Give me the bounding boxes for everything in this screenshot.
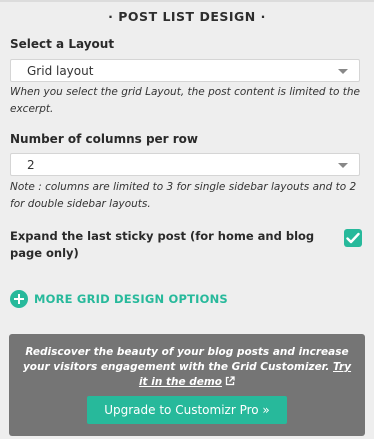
columns-select-value: 2 bbox=[27, 158, 35, 172]
columns-label: Number of columns per row bbox=[10, 132, 199, 146]
promo-box: Rediscover the beauty of your blog posts… bbox=[9, 334, 365, 436]
upgrade-button[interactable]: Upgrade to Customizr Pro » bbox=[87, 396, 287, 424]
layout-label: Select a Layout bbox=[10, 37, 115, 51]
checkmark-icon bbox=[346, 232, 360, 244]
columns-select[interactable]: 2 bbox=[10, 153, 360, 176]
sticky-post-checkbox[interactable] bbox=[344, 229, 362, 247]
top-divider bbox=[0, 0, 374, 2]
more-grid-options-toggle[interactable]: MORE GRID DESIGN OPTIONS bbox=[10, 290, 228, 308]
layout-note: When you select the grid Layout, the pos… bbox=[10, 86, 361, 115]
promo-text: Rediscover the beauty of your blog posts… bbox=[22, 346, 349, 373]
layout-select-value: Grid layout bbox=[27, 64, 94, 78]
more-grid-options-label: MORE GRID DESIGN OPTIONS bbox=[34, 292, 228, 306]
promo-text-block: Rediscover the beauty of your blog posts… bbox=[21, 345, 353, 390]
layout-select[interactable]: Grid layout bbox=[10, 59, 360, 82]
chevron-down-icon bbox=[338, 163, 348, 168]
sticky-post-label: Expand the last sticky post (for home an… bbox=[10, 229, 315, 260]
plus-circle-icon bbox=[10, 290, 28, 308]
columns-note: Note : columns are limited to 3 for sing… bbox=[10, 181, 357, 210]
chevron-down-icon bbox=[338, 69, 348, 74]
section-title: · POST LIST DESIGN · bbox=[108, 9, 266, 24]
external-link-icon bbox=[225, 376, 235, 386]
